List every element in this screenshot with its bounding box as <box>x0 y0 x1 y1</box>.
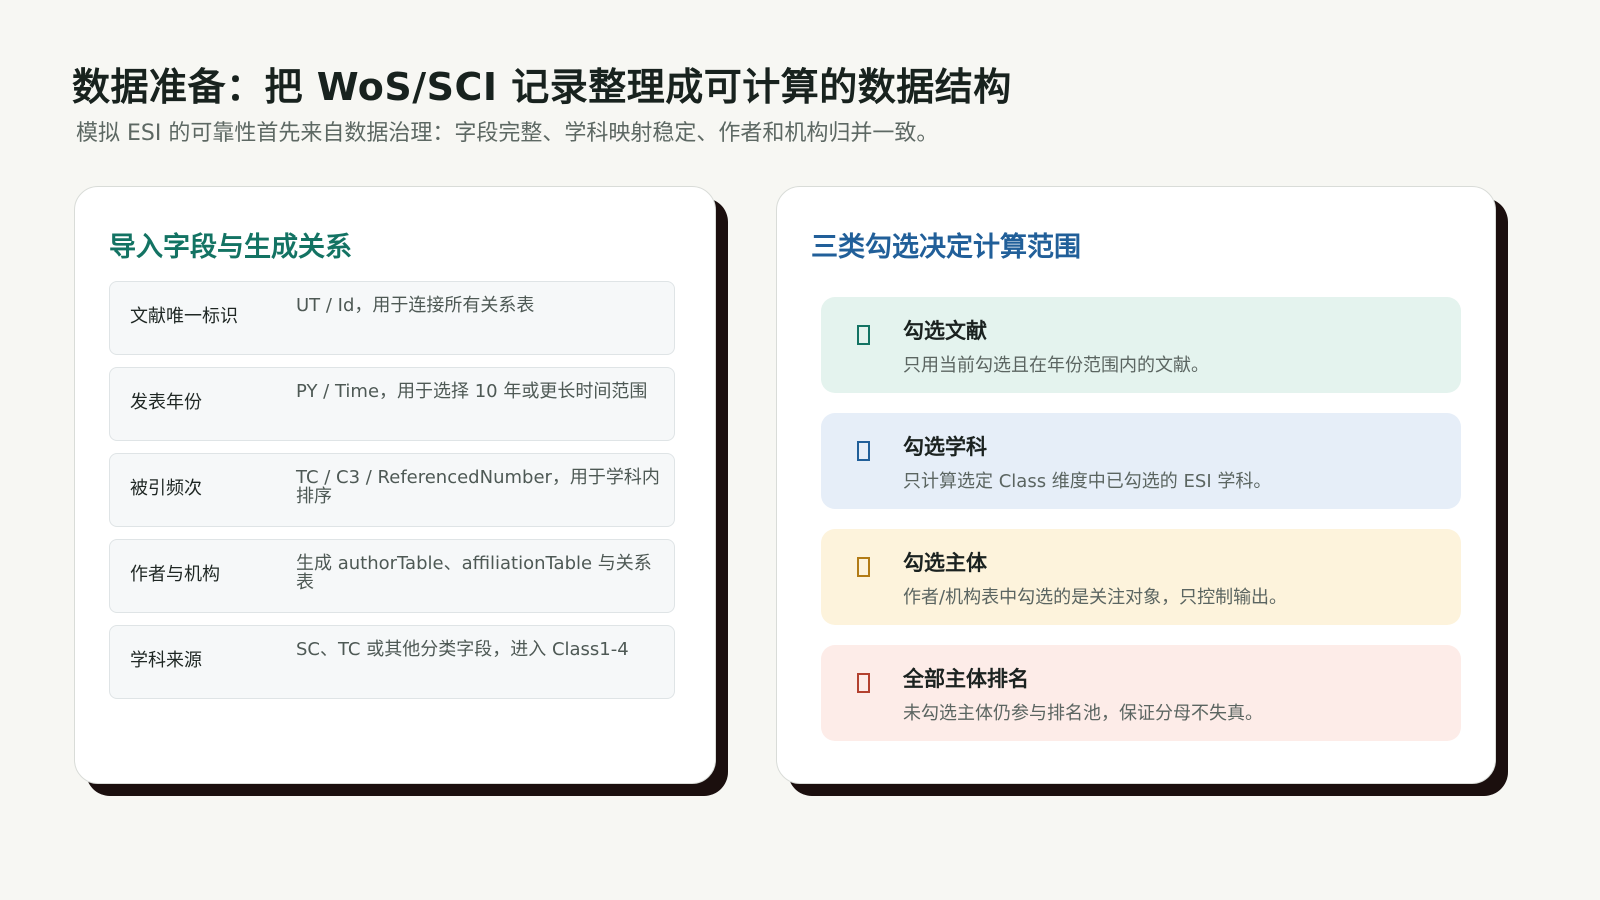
field-desc: TC / C3 / ReferencedNumber，用于学科内排序 <box>296 467 660 507</box>
import-fields-card: 导入字段与生成关系 文献唯一标识 UT / Id，用于连接所有关系表 发表年份 … <box>74 186 716 784</box>
choice-title: 勾选学科 <box>903 435 987 459</box>
field-name: 作者与机构 <box>130 564 220 585</box>
field-desc: UT / Id，用于连接所有关系表 <box>296 295 535 316</box>
checkbox-icon <box>857 557 870 577</box>
field-row-authors: 作者与机构 生成 authorTable、affiliationTable 与关… <box>109 539 675 613</box>
field-list: 文献唯一标识 UT / Id，用于连接所有关系表 发表年份 PY / Time，… <box>109 281 675 711</box>
choice-subjects: 勾选学科 只计算选定 Class 维度中已勾选的 ESI 学科。 <box>821 413 1461 509</box>
field-name: 文献唯一标识 <box>130 306 238 327</box>
choice-title: 全部主体排名 <box>903 667 1029 691</box>
field-name: 学科来源 <box>130 650 202 671</box>
field-desc: PY / Time，用于选择 10 年或更长时间范围 <box>296 381 648 402</box>
page-subtitle: 模拟 ESI 的可靠性首先来自数据治理：字段完整、学科映射稳定、作者和机构归并一… <box>76 121 939 146</box>
choice-documents: 勾选文献 只用当前勾选且在年份范围内的文献。 <box>821 297 1461 393</box>
field-row-id: 文献唯一标识 UT / Id，用于连接所有关系表 <box>109 281 675 355</box>
choice-desc: 只用当前勾选且在年份范围内的文献。 <box>903 355 1209 376</box>
page-title: 数据准备：把 WoS/SCI 记录整理成可计算的数据结构 <box>72 65 1012 109</box>
checkbox-icon <box>857 441 870 461</box>
slide: 数据准备：把 WoS/SCI 记录整理成可计算的数据结构 模拟 ESI 的可靠性… <box>0 0 1600 900</box>
field-row-subject: 学科来源 SC、TC 或其他分类字段，进入 Class1-4 <box>109 625 675 699</box>
choice-list: 勾选文献 只用当前勾选且在年份范围内的文献。 勾选学科 只计算选定 Class … <box>821 297 1461 761</box>
choice-desc: 只计算选定 Class 维度中已勾选的 ESI 学科。 <box>903 471 1272 492</box>
checkbox-icon <box>857 325 870 345</box>
choice-title: 勾选文献 <box>903 319 987 343</box>
choice-desc: 作者/机构表中勾选的是关注对象，只控制输出。 <box>903 587 1288 608</box>
selection-scope-card: 三类勾选决定计算范围 勾选文献 只用当前勾选且在年份范围内的文献。 勾选学科 只… <box>776 186 1496 784</box>
choice-all-entities-ranking: 全部主体排名 未勾选主体仍参与排名池，保证分母不失真。 <box>821 645 1461 741</box>
field-row-citations: 被引频次 TC / C3 / ReferencedNumber，用于学科内排序 <box>109 453 675 527</box>
choice-title: 勾选主体 <box>903 551 987 575</box>
field-name: 被引频次 <box>130 478 202 499</box>
selection-scope-title: 三类勾选决定计算范围 <box>811 232 1081 263</box>
field-desc: 生成 authorTable、affiliationTable 与关系表 <box>296 553 652 593</box>
checkbox-icon <box>857 673 870 693</box>
choice-desc: 未勾选主体仍参与排名池，保证分母不失真。 <box>903 703 1263 724</box>
field-name: 发表年份 <box>130 392 202 413</box>
field-row-year: 发表年份 PY / Time，用于选择 10 年或更长时间范围 <box>109 367 675 441</box>
choice-entities: 勾选主体 作者/机构表中勾选的是关注对象，只控制输出。 <box>821 529 1461 625</box>
import-fields-title: 导入字段与生成关系 <box>109 232 352 263</box>
field-desc: SC、TC 或其他分类字段，进入 Class1-4 <box>296 639 629 660</box>
